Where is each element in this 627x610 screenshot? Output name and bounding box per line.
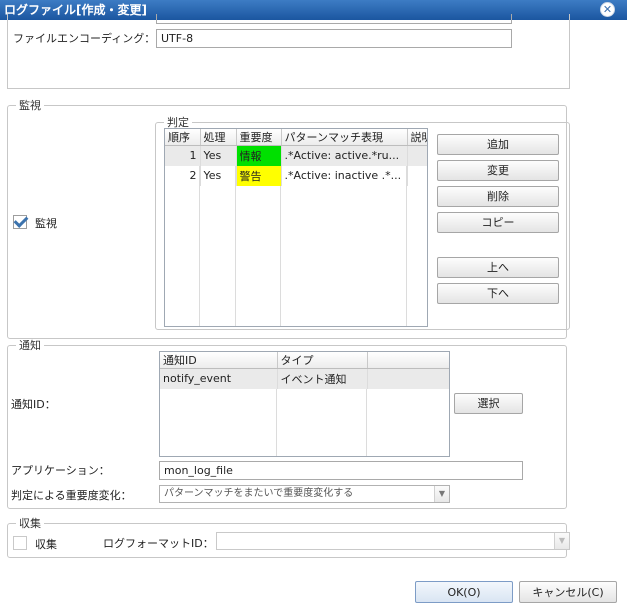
cancel-button[interactable]: キャンセル(C): [519, 581, 617, 603]
severity-cell: 警告: [236, 165, 282, 186]
pattern-cell: .*Active: inactive .*...: [281, 165, 408, 186]
encoding-label: ファイルエンコーディング：: [13, 32, 156, 45]
move-up-button[interactable]: 上へ: [437, 257, 559, 278]
severity-cell: 情報: [236, 145, 282, 166]
pattern-cell: .*Active: active.*ru...: [281, 145, 408, 166]
log-format-select[interactable]: ▼: [216, 532, 570, 550]
ok-button[interactable]: OK(O): [415, 581, 513, 603]
process-cell: Yes: [200, 145, 237, 166]
severity-change-value: パターンマッチをまたいで重要度変化する: [164, 488, 354, 499]
notify-id-label: 通知ID：: [11, 398, 56, 411]
add-button[interactable]: 追加: [437, 134, 559, 155]
column-header-severity[interactable]: 重要度: [236, 129, 282, 146]
collect-legend: 収集: [19, 517, 41, 530]
monitor-checkbox-label: 監視: [35, 217, 57, 230]
application-label: アプリケーション：: [11, 464, 110, 477]
encoding-input[interactable]: [156, 29, 512, 48]
select-notify-button[interactable]: 選択: [454, 393, 523, 414]
log-format-label: ログフォーマットID：: [103, 537, 214, 550]
process-cell: Yes: [200, 165, 237, 186]
monitor-checkbox[interactable]: [13, 215, 27, 229]
collect-checkbox[interactable]: [13, 536, 27, 550]
column-header-pattern[interactable]: パターンマッチ表現: [281, 129, 408, 146]
table-row[interactable]: notify_event イベント通知: [160, 368, 449, 389]
column-header-process[interactable]: 処理: [200, 129, 237, 146]
chevron-down-icon[interactable]: ▼: [554, 533, 569, 549]
file-settings-panel: [7, 14, 570, 89]
judgement-table[interactable]: 順序 処理 重要度 パターンマッチ表現 説明 1 Yes 情報 .*Active…: [164, 128, 428, 327]
column-header-order[interactable]: 順序: [165, 129, 201, 146]
column-header-type[interactable]: タイプ: [277, 352, 368, 369]
delete-button[interactable]: 削除: [437, 186, 559, 207]
modify-button[interactable]: 変更: [437, 160, 559, 181]
table-row[interactable]: 1 Yes 情報 .*Active: active.*ru...: [165, 145, 427, 166]
move-down-button[interactable]: 下へ: [437, 283, 559, 304]
description-cell: [407, 145, 427, 166]
monitor-legend: 監視: [19, 99, 41, 112]
notify-legend: 通知: [19, 339, 41, 352]
severity-change-select[interactable]: パターンマッチをまたいで重要度変化する ▼: [159, 485, 450, 503]
notify-type-cell: イベント通知: [277, 368, 368, 389]
collect-checkbox-label: 収集: [35, 538, 57, 551]
notify-id-cell: notify_event: [160, 368, 278, 389]
chevron-down-icon[interactable]: ▼: [434, 486, 449, 502]
order-cell: 1: [165, 145, 201, 166]
empty-cell: [367, 368, 449, 389]
order-cell: 2: [165, 165, 201, 186]
table-row[interactable]: 2 Yes 警告 .*Active: inactive .*...: [165, 165, 427, 186]
column-header-description[interactable]: 説明: [407, 129, 427, 146]
close-icon[interactable]: ✕: [600, 2, 615, 17]
notify-table[interactable]: 通知ID タイプ notify_event イベント通知: [159, 351, 450, 457]
application-input[interactable]: [159, 461, 523, 480]
copy-button[interactable]: コピー: [437, 212, 559, 233]
description-cell: [407, 165, 427, 186]
dialog-body: ファイルエンコーディング： 監視 監視 判定 順序 処理 重要度 パターンマッチ…: [0, 14, 627, 610]
column-header-notify-id[interactable]: 通知ID: [160, 352, 278, 369]
severity-change-label: 判定による重要度変化：: [11, 489, 132, 502]
column-header-empty: [367, 352, 449, 369]
scrolled-input-edge: [156, 14, 512, 24]
